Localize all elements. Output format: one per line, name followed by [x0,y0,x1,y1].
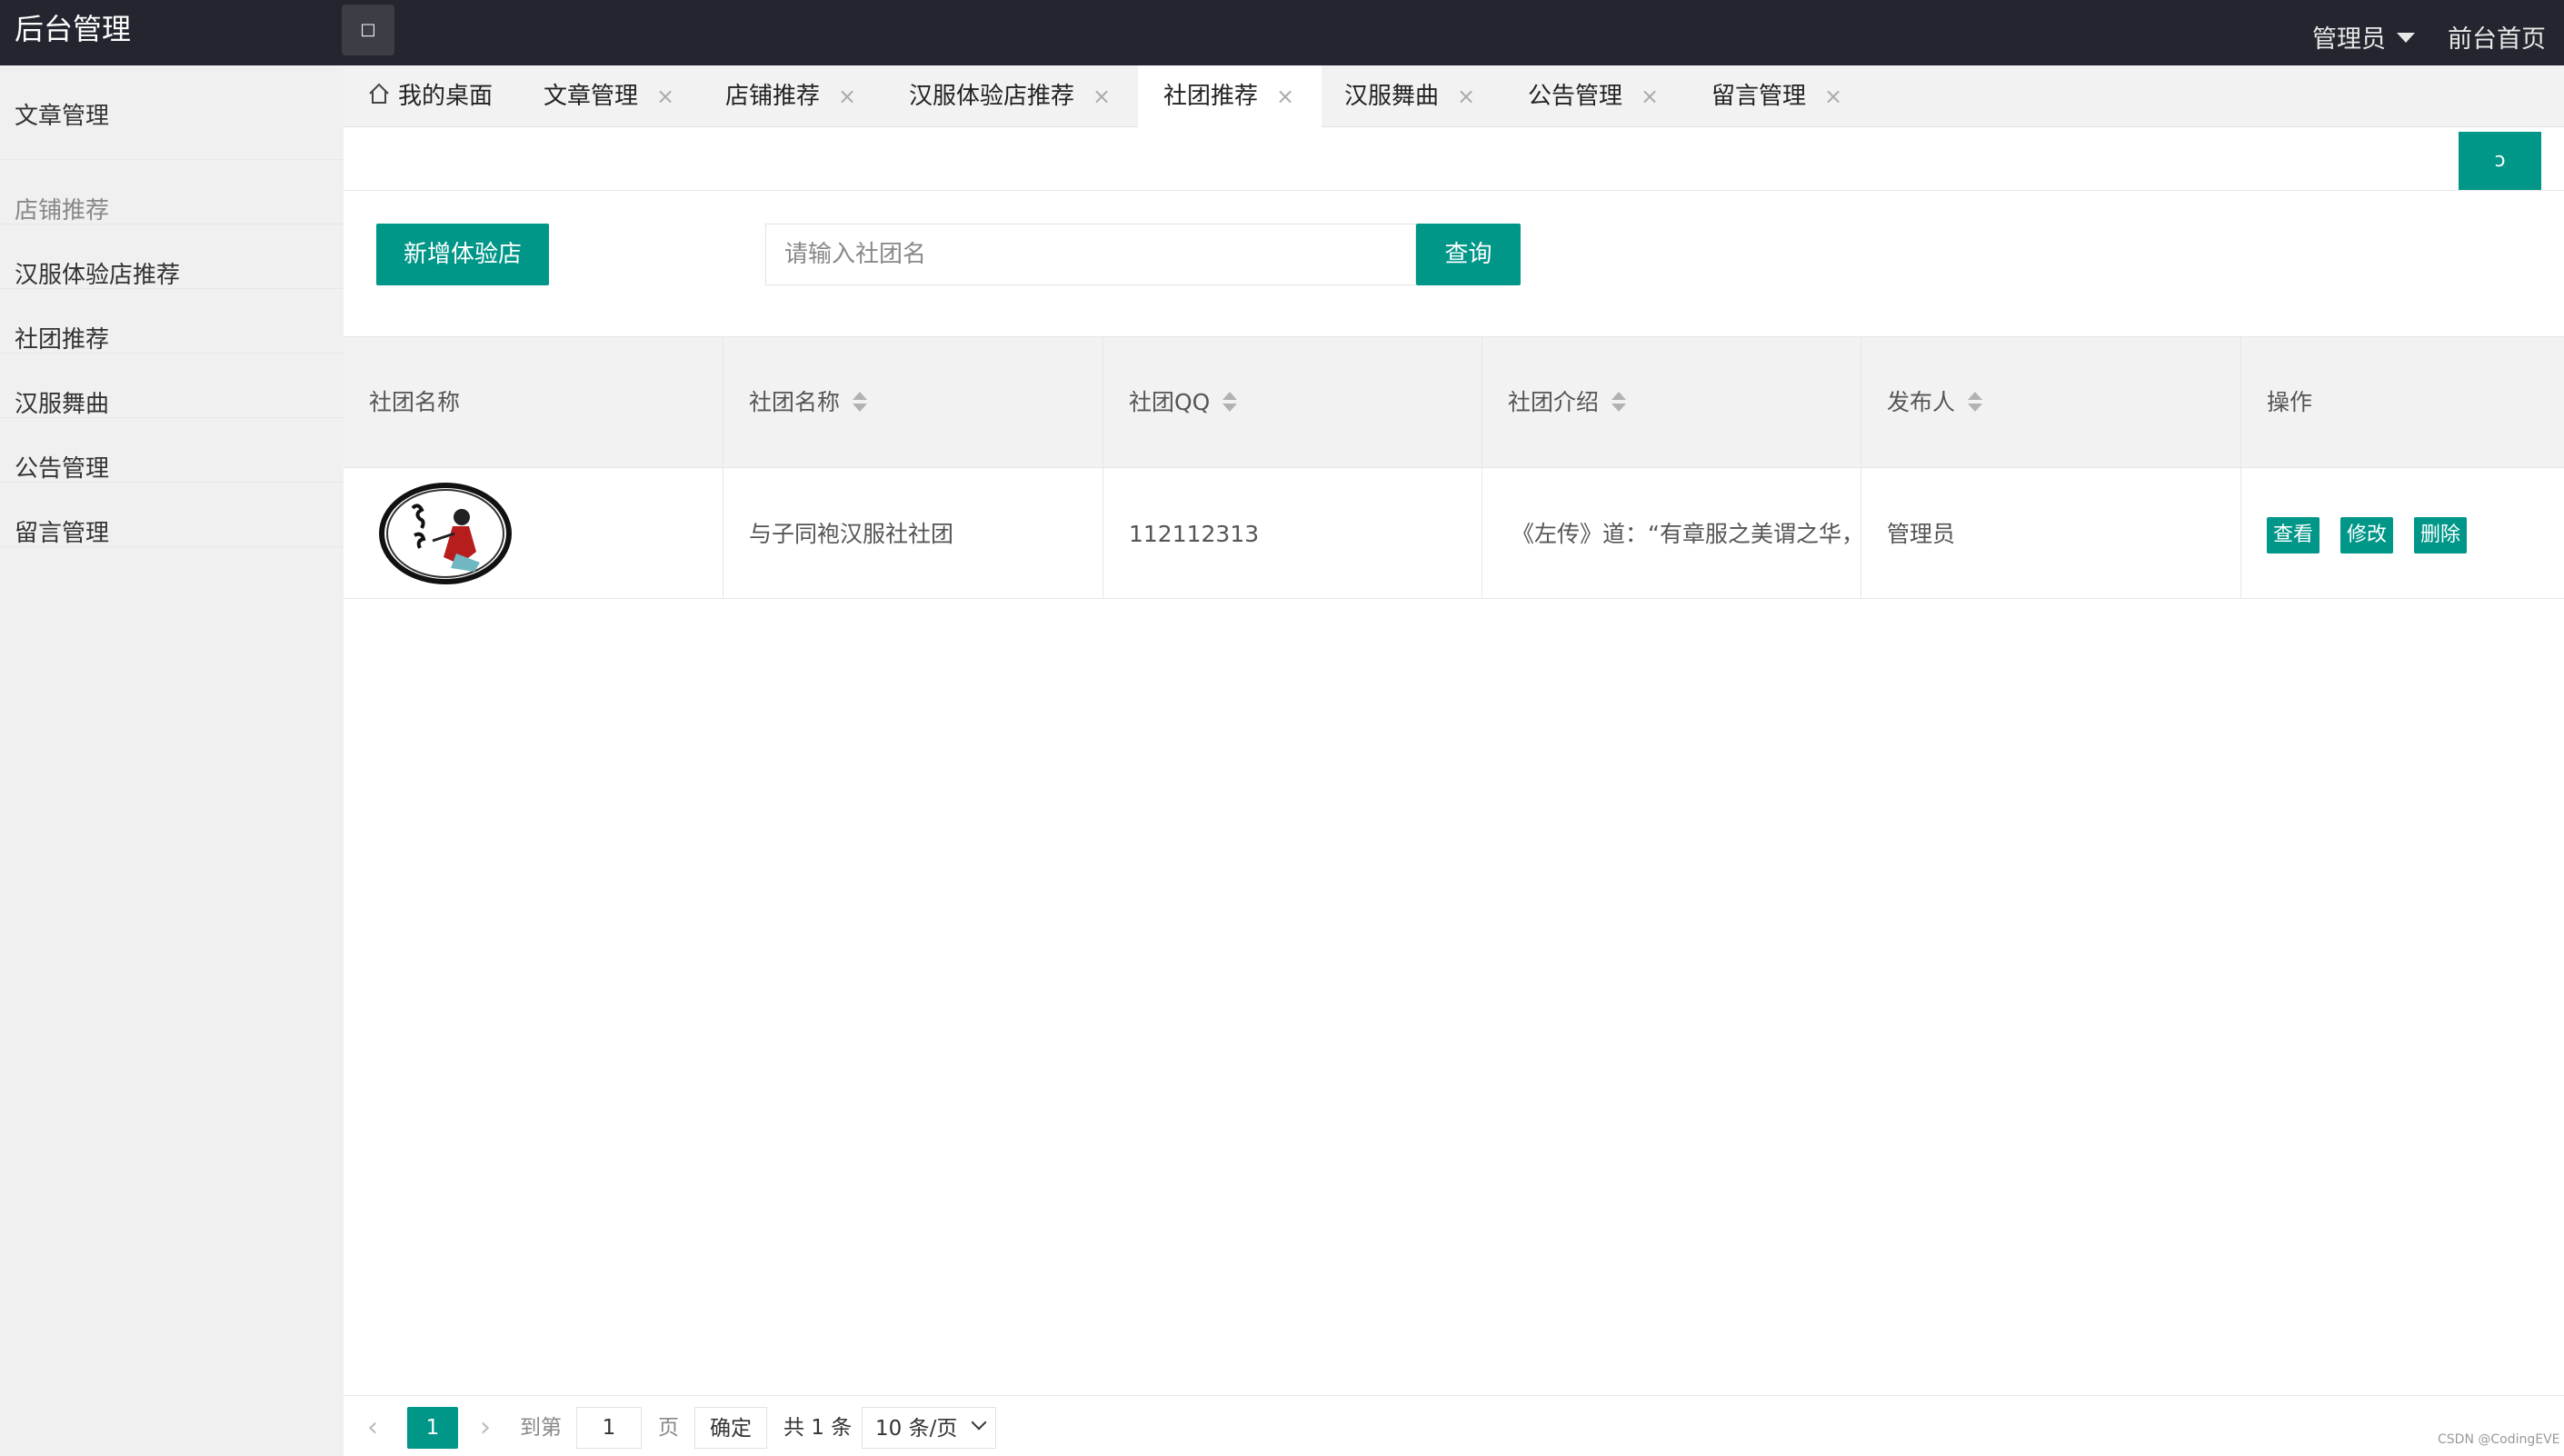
tab-clubs[interactable]: 社团推荐 × [1138,65,1322,127]
sort-icon[interactable] [1222,390,1238,414]
goto-label: 到第 [520,1416,562,1440]
view-button[interactable]: 查看 [2267,517,2320,553]
next-page-icon[interactable]: › [480,1407,491,1449]
home-icon [369,83,389,104]
chevron-down-icon [971,1414,987,1431]
page-unit-label: 页 [658,1416,679,1440]
tab-notices[interactable]: 公告管理 × [1528,65,1659,127]
column-header-intro[interactable]: 社团介绍 [1482,337,1861,467]
app-logo: 后台管理 [15,12,132,46]
close-icon[interactable]: × [1641,84,1659,109]
confirm-button[interactable]: 确定 [694,1407,767,1449]
tab-label: 我的桌面 [398,83,494,110]
menu-toggle-button[interactable]: □ [342,5,394,55]
total-count: 共 1 条 [783,1416,853,1440]
tab-desktop[interactable]: 我的桌面 [367,65,493,127]
sort-icon[interactable] [853,390,868,414]
column-header-qq[interactable]: 社团QQ [1103,337,1482,467]
cell-image [344,468,723,598]
cell-qq: 112112313 [1103,468,1482,598]
sidebar: 文章管理 店铺推荐 汉服体验店推荐 社团推荐 汉服舞曲 公告管理 留言管理 [0,65,344,1456]
tab-shops[interactable]: 店铺推荐 × [725,65,856,127]
edit-button[interactable]: 修改 [2340,517,2394,553]
top-bar: 后台管理 □ 管理员 前台首页 [0,0,2564,65]
club-logo-image [379,483,512,584]
sort-icon[interactable] [1611,390,1627,414]
user-menu[interactable]: 管理员 [2312,0,2415,65]
close-icon[interactable]: × [1824,84,1842,109]
sidebar-item-dance-music[interactable]: 汉服舞曲 [0,354,344,418]
column-title: 社团名称 [749,389,841,415]
cell-actions: 查看 修改 删除 [2241,468,2564,598]
cell-publisher: 管理员 [1861,468,2241,598]
current-page[interactable]: 1 [407,1407,458,1449]
tab-label: 社团推荐 [1163,83,1259,110]
cell-name: 与子同袍汉服社社团 [723,468,1103,598]
column-title: 社团QQ [1129,389,1211,415]
add-store-button[interactable]: 新增体验店 [376,224,549,285]
sidebar-item-messages[interactable]: 留言管理 [0,483,344,547]
close-icon[interactable]: × [1457,84,1475,109]
sort-icon[interactable] [1968,390,1983,414]
query-button[interactable]: 查询 [1416,224,1521,285]
tab-label: 公告管理 [1528,83,1623,110]
caret-down-icon [2397,33,2415,43]
tab-messages[interactable]: 留言管理 × [1711,65,1842,127]
front-home-link[interactable]: 前台首页 [2448,0,2546,65]
sidebar-item-hanfu-stores[interactable]: 汉服体验店推荐 [0,224,344,289]
column-header-publisher[interactable]: 发布人 [1861,337,2241,467]
goto-page-input[interactable] [576,1407,642,1449]
column-title: 发布人 [1887,389,1956,415]
refresh-button[interactable]: ↄ [2459,132,2541,190]
delete-button[interactable]: 删除 [2414,517,2468,553]
column-header-name[interactable]: 社团名称 [723,337,1103,467]
tab-articles[interactable]: 文章管理 × [544,65,674,127]
column-title: 社团名称 [369,389,461,415]
page-size-value: 10 条/页 [875,1417,958,1441]
refresh-icon: ↄ [2494,149,2506,172]
column-header-actions: 操作 [2241,337,2564,467]
sidebar-item-clubs[interactable]: 社团推荐 [0,289,344,354]
tab-dance-music[interactable]: 汉服舞曲 × [1344,65,1475,127]
tab-label: 文章管理 [544,83,639,110]
column-title: 社团介绍 [1508,389,1600,415]
divider [344,1395,2564,1396]
tab-label: 留言管理 [1711,83,1807,110]
table-row: 与子同袍汉服社社团 112112313 《左传》道：“有章服之美谓之华，有 管理… [344,467,2564,599]
tab-label: 汉服体验店推荐 [909,83,1075,110]
club-search-input[interactable] [765,224,1416,285]
tab-label: 汉服舞曲 [1344,83,1440,110]
close-icon[interactable]: × [656,84,674,109]
divider [344,190,2564,191]
user-name: 管理员 [2312,25,2386,54]
close-icon[interactable]: × [1276,84,1294,109]
sidebar-item-notices[interactable]: 公告管理 [0,418,344,483]
page-size-select[interactable]: 10 条/页 [862,1407,996,1449]
close-icon[interactable]: × [838,84,856,109]
cell-intro: 《左传》道：“有章服之美谓之华，有 [1482,468,1861,598]
tab-bar: 我的桌面 文章管理 × 店铺推荐 × 汉服体验店推荐 × 社团推荐 × 汉服舞曲 × 公告… [344,65,2564,127]
close-icon[interactable]: × [1092,84,1111,109]
column-header-image: 社团名称 [344,337,723,467]
prev-page-icon[interactable]: ‹ [367,1407,378,1449]
tab-hanfu-stores[interactable]: 汉服体验店推荐 × [909,65,1111,127]
watermark: CSDN @CodingEVE [2438,1432,2560,1447]
column-title: 操作 [2267,389,2313,415]
sidebar-item-articles[interactable]: 文章管理 [0,65,344,160]
tab-label: 店铺推荐 [725,83,821,110]
sidebar-item-shops[interactable]: 店铺推荐 [0,160,344,224]
table-header: 社团名称 社团名称 社团QQ 社团介绍 发布人 操作 [344,336,2564,467]
